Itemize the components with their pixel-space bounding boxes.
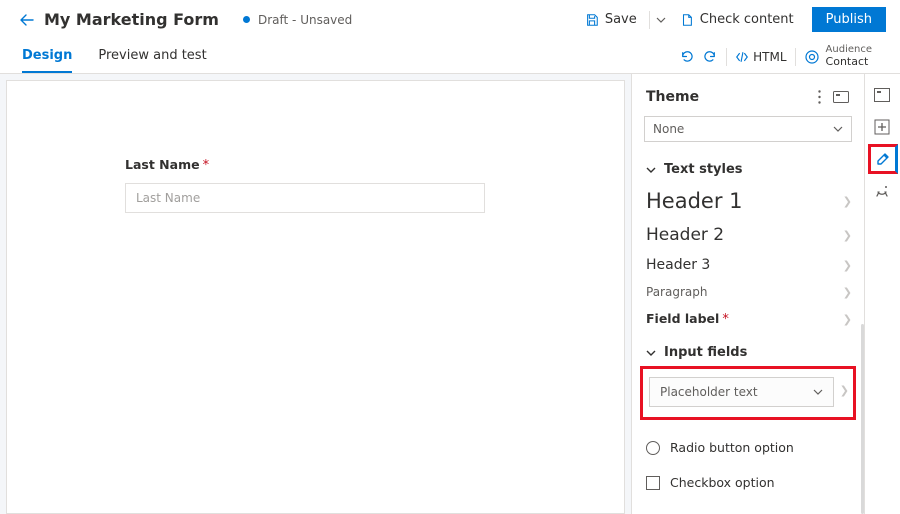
- style-header-2[interactable]: Header 2❯: [632, 219, 864, 251]
- divider: [649, 11, 650, 29]
- chevron-right-icon: ❯: [843, 313, 852, 326]
- required-indicator: *: [722, 312, 729, 327]
- panel-card-icon[interactable]: [830, 86, 852, 108]
- rail-elements-button[interactable]: [868, 80, 898, 110]
- rail-settings-button[interactable]: [868, 176, 898, 206]
- audience-icon: [804, 49, 820, 65]
- rail-add-button[interactable]: [868, 112, 898, 142]
- audience-label: Audience: [826, 45, 872, 55]
- undo-button[interactable]: [672, 44, 698, 70]
- checkbox-option-row[interactable]: Checkbox option: [632, 465, 864, 500]
- text-styles-section[interactable]: Text styles: [632, 150, 864, 183]
- style-field-label[interactable]: Field label*❯: [632, 305, 864, 333]
- radio-icon: [646, 441, 660, 455]
- chevron-down-icon: [646, 348, 656, 358]
- required-indicator: *: [203, 158, 210, 173]
- save-button[interactable]: Save: [575, 8, 647, 31]
- radio-option-row[interactable]: Radio button option: [632, 430, 864, 465]
- audience-selector[interactable]: Audience Contact: [798, 45, 878, 68]
- theme-panel: Theme None Text styles Header 1❯ Header …: [631, 74, 864, 514]
- audience-value: Contact: [826, 55, 872, 68]
- check-content-icon: [680, 13, 694, 27]
- code-icon: [735, 50, 749, 64]
- checkbox-icon: [646, 476, 660, 490]
- tab-design[interactable]: Design: [22, 48, 72, 73]
- publish-button[interactable]: Publish: [812, 7, 886, 32]
- html-button[interactable]: HTML: [729, 50, 792, 64]
- chevron-right-icon: ❯: [840, 384, 849, 397]
- style-header-3[interactable]: Header 3❯: [632, 251, 864, 279]
- theme-title: Theme: [646, 89, 808, 105]
- save-icon: [585, 13, 599, 27]
- divider: [726, 48, 727, 66]
- save-dropdown[interactable]: [652, 15, 670, 25]
- input-fields-section[interactable]: Input fields: [632, 333, 864, 366]
- chevron-right-icon: ❯: [843, 229, 852, 242]
- field-label: Last Name*: [125, 157, 506, 173]
- form-canvas[interactable]: Last Name* Last Name: [6, 80, 625, 514]
- chevron-down-icon: [646, 165, 656, 175]
- rail-theme-button[interactable]: [868, 144, 898, 174]
- chevron-right-icon: ❯: [843, 195, 852, 208]
- placeholder-text-select[interactable]: Placeholder text: [649, 377, 834, 407]
- chevron-down-icon: [833, 124, 843, 134]
- chevron-right-icon: ❯: [843, 286, 852, 299]
- save-label: Save: [605, 12, 637, 27]
- redo-button[interactable]: [698, 44, 724, 70]
- last-name-input[interactable]: Last Name: [125, 183, 485, 213]
- style-header-1[interactable]: Header 1❯: [632, 183, 864, 219]
- back-button[interactable]: [14, 7, 40, 33]
- draft-status: Draft - Unsaved: [258, 13, 352, 27]
- tab-preview[interactable]: Preview and test: [98, 48, 206, 73]
- theme-general-select[interactable]: None: [644, 116, 852, 142]
- divider: [795, 48, 796, 66]
- html-label: HTML: [753, 50, 786, 64]
- chevron-down-icon: [813, 387, 823, 397]
- draft-dot-icon: [243, 16, 250, 23]
- side-rail: [864, 74, 900, 514]
- page-title: My Marketing Form: [44, 10, 219, 29]
- style-paragraph[interactable]: Paragraph❯: [632, 279, 864, 305]
- input-fields-highlight: Placeholder text ❯: [640, 366, 856, 420]
- check-content-label: Check content: [700, 12, 794, 27]
- panel-menu-button[interactable]: [808, 86, 830, 108]
- check-content-button[interactable]: Check content: [670, 8, 804, 31]
- chevron-right-icon: ❯: [843, 259, 852, 272]
